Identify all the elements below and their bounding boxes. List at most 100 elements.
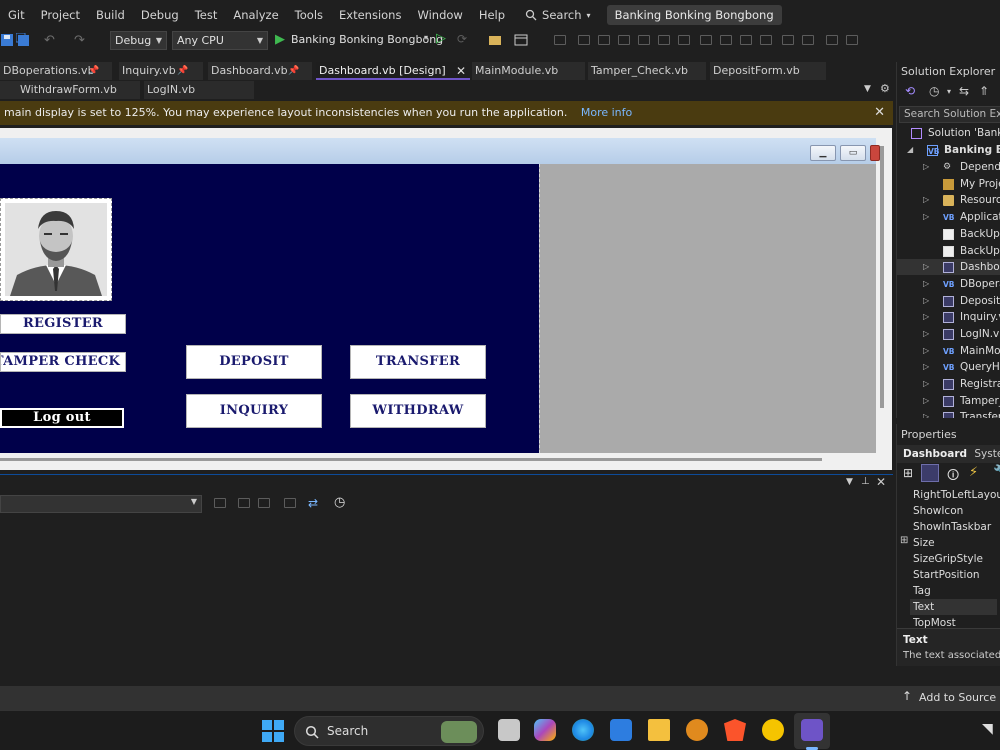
chevron-down-icon[interactable]: ▼ [846, 477, 853, 487]
inquiry-button[interactable]: INQUIRY [186, 394, 322, 428]
tree-item-application[interactable]: ▷ VB Applicati [897, 209, 1000, 225]
tree-item-dependencies[interactable]: ▷ ⚙ Depende [897, 159, 1000, 175]
property-tag[interactable]: Tag [913, 583, 931, 599]
designer-vertical-scrollbar[interactable] [880, 146, 884, 408]
chevron-down-icon[interactable]: ▼ [864, 84, 871, 94]
store-icon[interactable] [610, 719, 632, 741]
hot-reload-icon[interactable]: ⟳ [457, 32, 467, 46]
align-lefts-icon[interactable] [578, 35, 590, 45]
close-icon[interactable]: ✕ [874, 101, 885, 125]
minimize-icon[interactable]: ▁ [810, 145, 836, 161]
tree-item-dashboard[interactable]: ▷ Dashboa [897, 259, 1000, 275]
solution-search-input[interactable]: Search Solution Explo [899, 106, 1000, 123]
events-icon[interactable]: ⚡ [969, 465, 978, 480]
play-icon[interactable]: ▶ [275, 32, 285, 47]
menu-test[interactable]: Test [187, 0, 226, 30]
tab-dashboard-code[interactable]: Dashboard.vb 📌 [208, 62, 312, 80]
property-sizegripstyle[interactable]: SizeGripStyle [913, 551, 983, 567]
previous-message-icon[interactable] [238, 498, 250, 508]
tab-withdrawform[interactable]: WithdrawForm.vb [0, 81, 140, 99]
pin-icon[interactable]: 📌 [288, 62, 299, 80]
logout-button[interactable]: Log out [0, 408, 124, 428]
tree-item-my-project[interactable]: My Proje [897, 176, 1000, 192]
clear-all-icon[interactable] [284, 498, 296, 508]
tab-mainmodule[interactable]: MainModule.vb [472, 62, 585, 80]
clock-icon[interactable]: ◷ [334, 495, 345, 510]
pin-icon[interactable]: 📌 [177, 62, 188, 80]
object-selector[interactable]: Dashboard System.W [897, 445, 1000, 463]
collapsed-arrow-icon[interactable]: ▷ [923, 359, 929, 375]
menu-build[interactable]: Build [88, 0, 133, 30]
align-middles-icon[interactable] [658, 35, 670, 45]
tree-item-solution[interactable]: Solution 'Banking [897, 125, 1000, 141]
withdraw-button[interactable]: WITHDRAW [350, 394, 486, 428]
chevron-down-icon[interactable]: ▾ [424, 33, 428, 42]
align-tops-icon[interactable] [638, 35, 650, 45]
menu-analyze[interactable]: Analyze [225, 0, 286, 30]
size-to-grid-icon[interactable] [740, 35, 752, 45]
tree-item-registration[interactable]: ▷ Registrat [897, 376, 1000, 392]
windows-start-icon[interactable] [262, 720, 284, 742]
start-debug-button[interactable]: Banking Bonking Bongbong [291, 33, 443, 46]
pin-icon[interactable]: ⊥ [861, 476, 870, 487]
collapsed-arrow-icon[interactable]: ▷ [923, 326, 929, 342]
property-topmost[interactable]: TopMost [913, 615, 956, 628]
tamper-check-button[interactable]: TAMPER CHECK [0, 352, 126, 372]
menu-window[interactable]: Window [409, 0, 470, 30]
next-message-icon[interactable] [258, 498, 270, 508]
chevron-down-icon[interactable]: ▾ [947, 87, 951, 96]
find-message-icon[interactable] [214, 498, 226, 508]
align-grid-icon[interactable] [554, 35, 566, 45]
register-button[interactable]: REGISTER [0, 314, 126, 334]
configuration-dropdown[interactable]: Debug ▼ [110, 31, 167, 50]
categorized-icon[interactable]: ⊞ [903, 466, 913, 480]
property-startposition[interactable]: StartPosition [913, 567, 980, 583]
collapsed-arrow-icon[interactable]: ▷ [923, 159, 929, 175]
close-icon[interactable] [870, 145, 880, 161]
make-same-height-icon[interactable] [720, 35, 732, 45]
folder-icon[interactable] [488, 33, 502, 47]
collapsed-arrow-icon[interactable]: ▷ [923, 393, 929, 409]
tab-dboperations[interactable]: DBoperations.vb 📌 [0, 62, 112, 80]
property-pages-icon[interactable]: 🔧 [993, 465, 1000, 480]
tab-login[interactable]: LogIN.vb [144, 81, 254, 99]
property-showintaskbar[interactable]: ShowInTaskbar [913, 519, 991, 535]
more-info-link[interactable]: More info [581, 106, 632, 119]
vertical-spacing-icon[interactable] [782, 35, 794, 45]
collapsed-arrow-icon[interactable]: ▷ [923, 293, 929, 309]
tab-tamper-check[interactable]: Tamper_Check.vb [588, 62, 706, 80]
make-same-width-icon[interactable] [700, 35, 712, 45]
tree-item-backup-2[interactable]: BackUp T [897, 243, 1000, 259]
property-righttoleftlayout[interactable]: RightToLeftLayout [913, 487, 1000, 503]
task-view-icon[interactable] [498, 719, 520, 741]
app-icon[interactable] [686, 719, 708, 741]
properties-icon[interactable]: 🛈 [947, 466, 959, 487]
collapsed-arrow-icon[interactable]: ▷ [923, 192, 929, 208]
window-layout-icon[interactable] [514, 33, 528, 47]
output-source-dropdown[interactable]: ▼ [0, 495, 202, 513]
switch-views-icon[interactable]: ⇆ [959, 84, 969, 98]
tree-item-transfer[interactable]: ▷ Transfer.v [897, 409, 1000, 418]
property-text[interactable]: Text [910, 599, 997, 615]
align-bottoms-icon[interactable] [678, 35, 690, 45]
history-icon[interactable]: ◷ [929, 84, 939, 98]
center-horizontally-icon[interactable] [802, 35, 814, 45]
property-size[interactable]: Size [913, 535, 935, 551]
taskbar-search-box[interactable]: Search [294, 716, 484, 746]
menu-tools[interactable]: Tools [287, 0, 331, 30]
expanded-arrow-icon[interactable]: ◢ [907, 142, 913, 158]
align-rights-icon[interactable] [618, 35, 630, 45]
gear-icon[interactable]: ⚙ [880, 82, 890, 95]
close-icon[interactable]: ✕ [876, 475, 886, 489]
copilot-icon[interactable] [534, 719, 556, 741]
collapse-all-icon[interactable]: ⇑ [979, 84, 989, 98]
property-showicon[interactable]: ShowIcon [913, 503, 963, 519]
file-explorer-icon[interactable] [648, 719, 670, 741]
close-icon[interactable]: ✕ [456, 62, 466, 80]
sync-icon[interactable]: ⟲ [905, 84, 915, 98]
mdi-container-panel[interactable] [539, 164, 876, 453]
undo-icon[interactable]: ↶ [44, 33, 55, 48]
alphabetical-icon[interactable] [921, 464, 939, 482]
menu-extensions[interactable]: Extensions [331, 0, 409, 30]
start-without-debug-icon[interactable]: ▷ [436, 31, 446, 46]
